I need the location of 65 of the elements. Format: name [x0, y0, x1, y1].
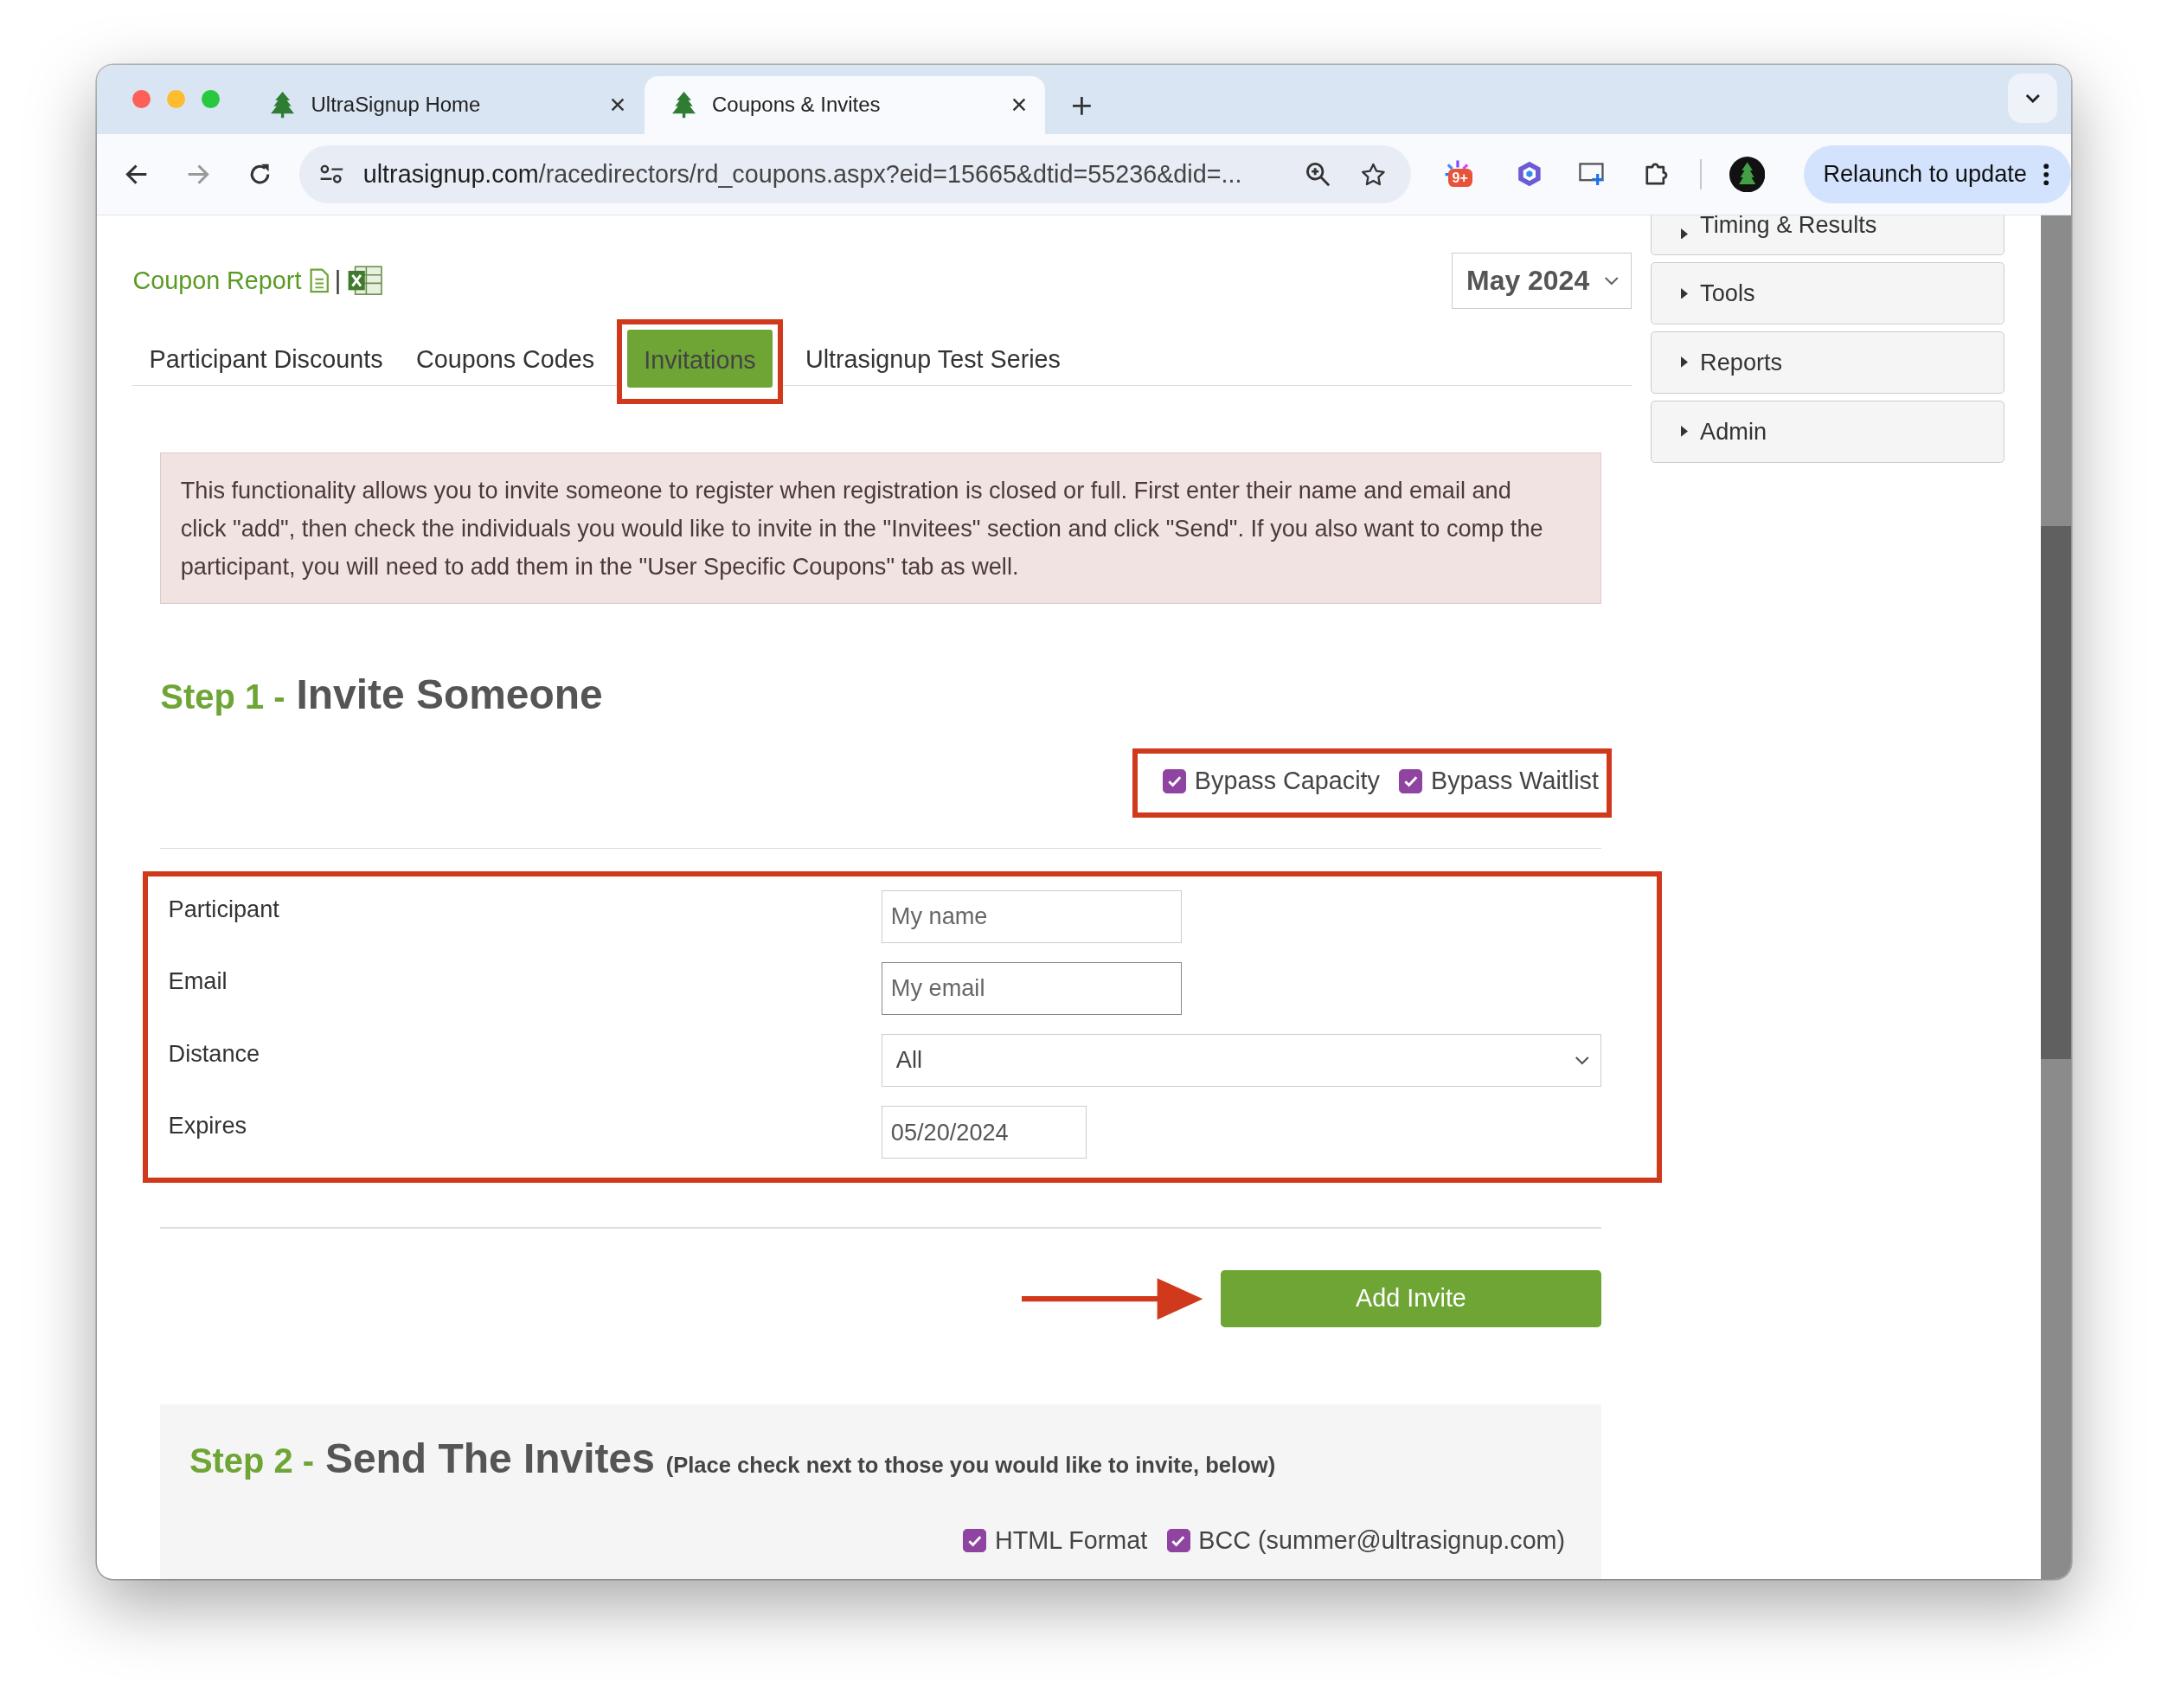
field-label: Distance [168, 1038, 261, 1068]
site-settings-icon[interactable] [318, 164, 344, 184]
caret-icon [1680, 356, 1688, 369]
page-tab[interactable]: Participant Discounts [132, 332, 400, 386]
notice-text: This functionality allows you to invite someone to register when registration is closed or full. First enter their name and email and click "add", then check the individuals you would like to invite in the "Invitees" section and click "Send". If you also want to comp the participant, you will need to add them in the "User Specific Coupons" tab as well. [160, 452, 1601, 605]
checkmark-icon [1166, 774, 1183, 788]
checkbox[interactable] [1163, 769, 1187, 793]
forward-arrow-icon[interactable] [186, 162, 210, 186]
checkbox[interactable] [963, 1529, 987, 1553]
close-icon[interactable] [611, 98, 625, 112]
browser-tab[interactable]: Coupons & Invites [644, 75, 1046, 134]
document-icon[interactable] [310, 268, 330, 293]
step-title: Invite Someone [296, 671, 603, 719]
new-tab-icon[interactable] [1073, 96, 1091, 115]
scrollbar-thumb[interactable] [2040, 526, 2072, 1059]
checkbox[interactable] [1399, 769, 1423, 793]
step-number: Step 2 - [189, 1442, 315, 1481]
checkbox-label: Bypass Capacity [1194, 767, 1380, 796]
sidebar-item[interactable]: Reports [1651, 331, 2005, 394]
checkmark-icon [1403, 774, 1419, 788]
caret-icon [1680, 287, 1688, 299]
chevron-down-icon [1574, 1055, 1590, 1066]
extension-button[interactable]: 9+ [1444, 156, 1480, 193]
sidebar-item[interactable]: Timing & Results [1651, 215, 2005, 256]
zoom-icon[interactable] [1305, 161, 1331, 187]
profile-avatar-icon[interactable] [1729, 156, 1766, 193]
sidebar-item[interactable]: Admin [1651, 400, 2005, 463]
spreadsheet-icon[interactable] [346, 264, 383, 298]
chevron-down-icon [1604, 276, 1620, 286]
close-icon[interactable] [1011, 98, 1026, 112]
step-title: Send The Invites [324, 1435, 655, 1483]
checkmark-icon [967, 1534, 983, 1547]
chevron-down-icon [2024, 93, 2041, 104]
sidebar-item[interactable]: Tools [1651, 262, 2005, 324]
notification-badge: 9+ [1447, 168, 1472, 188]
month-select[interactable]: May 2024 [1452, 252, 1632, 310]
more-icon[interactable] [2043, 163, 2049, 186]
field-label: Participant [168, 895, 280, 924]
input-field[interactable]: My email [882, 962, 1182, 1015]
checkbox-label: BCC (summer@ultrasignup.com) [1198, 1526, 1566, 1556]
step-hint: (Place check next to those you would like to invite, below) [665, 1453, 1276, 1479]
relaunch-button[interactable]: Relaunch to update [1804, 144, 2072, 203]
scrollbar[interactable] [2040, 215, 2072, 1580]
caret-icon [1680, 426, 1688, 438]
browser-tab[interactable]: UltraSignup Home [243, 75, 645, 134]
checkbox-label: HTML Format [995, 1526, 1148, 1556]
separator: | [334, 266, 342, 296]
caret-icon [1680, 228, 1688, 240]
field-label: Expires [168, 1110, 248, 1140]
page-tab[interactable]: Coupons Codes [399, 332, 612, 386]
address-bar[interactable]: ultrasignup.com/racedirectors/rd_coupons.aspx?eid=15665&dtid=55236&did=... [299, 144, 1411, 203]
input-field[interactable]: My name [882, 889, 1182, 943]
tree-icon [271, 92, 295, 119]
step-number: Step 1 - [160, 677, 285, 717]
tree-icon [671, 92, 696, 119]
distance-select[interactable]: All [881, 1034, 1602, 1087]
back-arrow-icon[interactable] [124, 162, 148, 186]
url-text: ultrasignup.com/racedirectors/rd_coupons.aspx?eid=15665&dtid=55236&did=... [362, 159, 1243, 189]
star-icon[interactable] [1361, 161, 1386, 187]
checkbox-label: Bypass Waitlist [1431, 767, 1599, 796]
checkbox[interactable] [1166, 1529, 1190, 1553]
checkmark-icon [1171, 1534, 1186, 1547]
field-label: Email [168, 966, 228, 996]
page-tab[interactable]: Ultrasignup Test Series [788, 332, 1078, 386]
date-field[interactable]: 05/20/2024 [882, 1106, 1087, 1159]
